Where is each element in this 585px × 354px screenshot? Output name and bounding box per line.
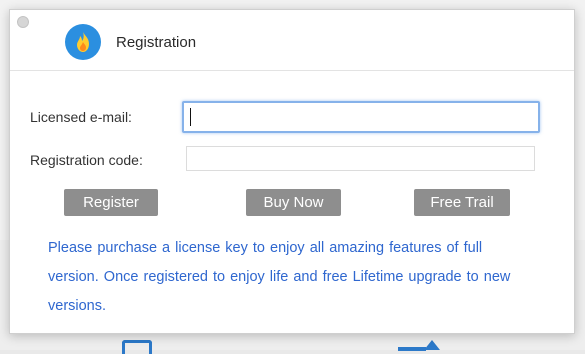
- background-folder-icon: [122, 340, 152, 354]
- email-field[interactable]: [182, 101, 540, 133]
- registration-dialog: Registration Licensed e-mail: Registrati…: [9, 9, 575, 334]
- purchase-info-text: Please purchase a license key to enjoy a…: [48, 240, 511, 314]
- buy-now-button[interactable]: Buy Now: [246, 189, 341, 216]
- flame-icon: [65, 24, 101, 60]
- registration-code-field[interactable]: [186, 146, 535, 171]
- dialog-title: Registration: [116, 34, 197, 51]
- email-label: Licensed e-mail:: [30, 109, 132, 125]
- dialog-header: Registration: [10, 10, 574, 71]
- register-button[interactable]: Register: [64, 189, 158, 216]
- background-arrow-icon: [398, 340, 440, 351]
- registration-code-label: Registration code:: [30, 152, 143, 168]
- text-cursor: [190, 108, 191, 126]
- free-trial-button[interactable]: Free Trail: [414, 189, 510, 216]
